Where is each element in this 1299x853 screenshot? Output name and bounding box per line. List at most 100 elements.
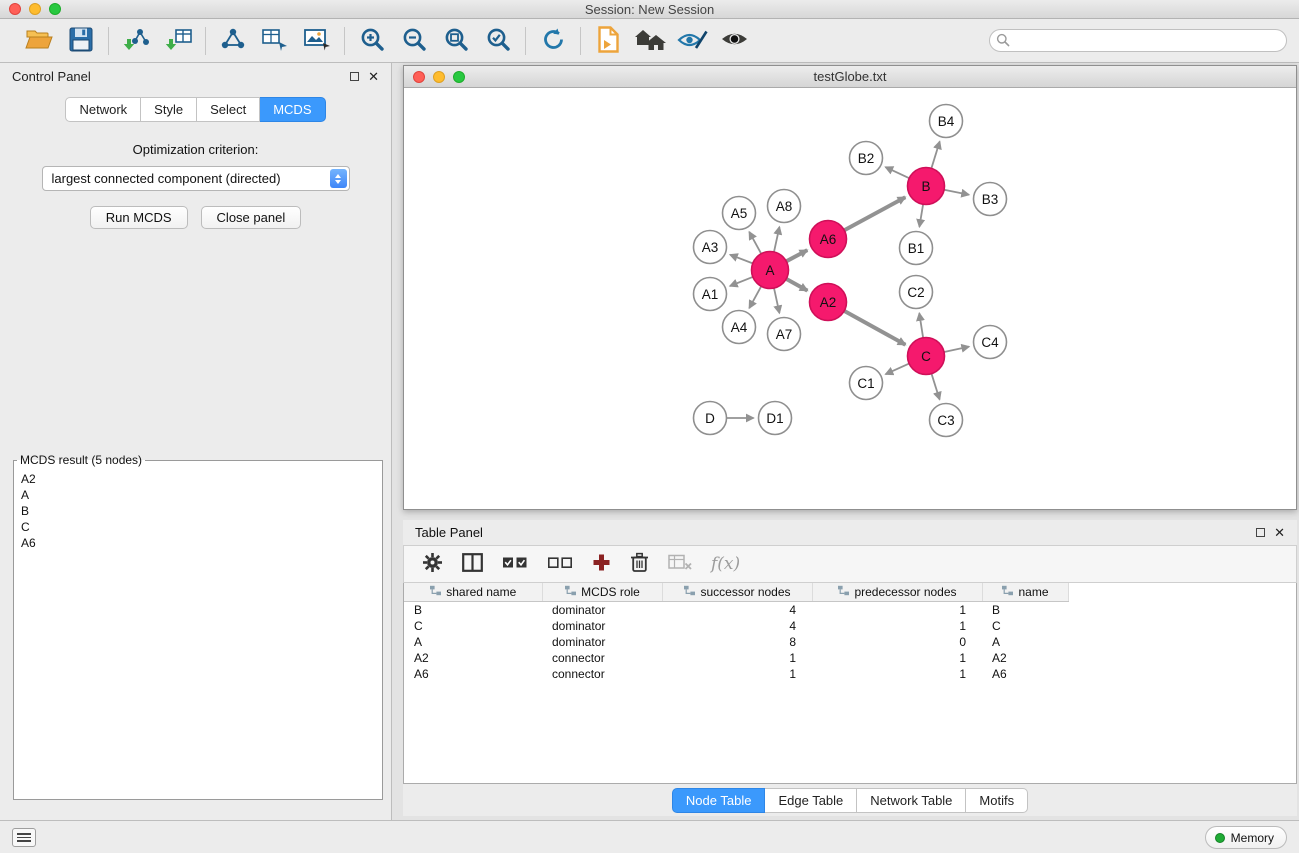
graph-node-B1[interactable]: B1 xyxy=(900,232,933,265)
edge-B-B3[interactable] xyxy=(944,190,969,195)
tab-style[interactable]: Style xyxy=(141,97,197,122)
edge-A6-B[interactable] xyxy=(844,197,905,230)
graph-node-C[interactable]: C xyxy=(908,338,945,375)
select-all-button[interactable] xyxy=(502,555,528,573)
unselect-all-button[interactable] xyxy=(547,555,573,573)
table-cell[interactable]: 1 xyxy=(812,618,982,634)
import-network-button[interactable] xyxy=(119,25,153,57)
table-cell[interactable]: connector xyxy=(542,650,662,666)
edge-A-A5[interactable] xyxy=(749,232,761,254)
edge-C-C3[interactable] xyxy=(932,374,940,400)
table-cell[interactable]: A6 xyxy=(982,666,1068,682)
close-panel-icon[interactable]: ✕ xyxy=(368,70,379,83)
column-header[interactable]: shared name xyxy=(404,583,542,602)
result-item[interactable]: C xyxy=(21,519,380,535)
graph-node-A5[interactable]: A5 xyxy=(723,197,756,230)
network-minimize-button[interactable] xyxy=(433,71,445,83)
network-close-button[interactable] xyxy=(413,71,425,83)
new-network-button[interactable] xyxy=(216,25,250,57)
result-item[interactable]: A xyxy=(21,487,380,503)
graph-node-C1[interactable]: C1 xyxy=(850,367,883,400)
add-column-button[interactable] xyxy=(592,553,611,575)
edge-B-B4[interactable] xyxy=(931,142,939,169)
graph-node-A6[interactable]: A6 xyxy=(810,221,847,258)
edge-A-A7[interactable] xyxy=(774,288,779,313)
table-cell[interactable]: A2 xyxy=(404,650,542,666)
edge-A-A1[interactable] xyxy=(730,277,753,286)
edge-B-B2[interactable] xyxy=(886,167,910,178)
save-button[interactable] xyxy=(64,25,98,57)
result-item[interactable]: A2 xyxy=(21,471,380,487)
network-canvas[interactable]: B4B2BB3A5A8A6B1A3AC2A1A2A4A7C4CC1C3DD1 xyxy=(404,88,1296,509)
table-float-button[interactable] xyxy=(1256,528,1265,537)
graph-node-B[interactable]: B xyxy=(908,168,945,205)
graph-node-C2[interactable]: C2 xyxy=(900,276,933,309)
tab-motifs[interactable]: Motifs xyxy=(966,788,1028,813)
table-cell[interactable]: 1 xyxy=(662,666,812,682)
table-cell[interactable]: 8 xyxy=(662,634,812,650)
table-cell[interactable]: dominator xyxy=(542,618,662,634)
edge-A-A4[interactable] xyxy=(749,286,761,308)
column-header[interactable]: MCDS role xyxy=(542,583,662,602)
edge-A-A2[interactable] xyxy=(786,279,807,291)
table-cell[interactable]: B xyxy=(404,602,542,619)
edge-C-C1[interactable] xyxy=(886,364,910,375)
table-cell[interactable]: 4 xyxy=(662,602,812,619)
graph-node-C4[interactable]: C4 xyxy=(974,326,1007,359)
eye-button[interactable] xyxy=(717,25,751,57)
delete-table-button[interactable] xyxy=(668,554,692,574)
network-graph-svg[interactable]: B4B2BB3A5A8A6B1A3AC2A1A2A4A7C4CC1C3DD1 xyxy=(404,88,1296,509)
graph-node-D1[interactable]: D1 xyxy=(759,402,792,435)
close-panel-button[interactable]: Close panel xyxy=(201,206,302,229)
zoom-window-button[interactable] xyxy=(49,3,61,15)
graph-node-B3[interactable]: B3 xyxy=(974,183,1007,216)
tab-node-table[interactable]: Node Table xyxy=(672,788,766,813)
zoom-fit-button[interactable] xyxy=(439,25,473,57)
table-cell[interactable]: 1 xyxy=(812,650,982,666)
tab-network[interactable]: Network xyxy=(65,97,141,122)
edge-B-B1[interactable] xyxy=(919,204,923,227)
columns-button[interactable] xyxy=(462,553,483,575)
function-builder-button[interactable]: f(x) xyxy=(711,554,740,574)
clone-network-button[interactable] xyxy=(258,25,292,57)
column-header[interactable]: name xyxy=(982,583,1068,602)
zoom-out-button[interactable] xyxy=(397,25,431,57)
graph-node-A[interactable]: A xyxy=(752,252,789,289)
table-cell[interactable]: C xyxy=(404,618,542,634)
minimize-window-button[interactable] xyxy=(29,3,41,15)
table-cell[interactable]: dominator xyxy=(542,602,662,619)
tab-network-table[interactable]: Network Table xyxy=(857,788,966,813)
graph-node-A7[interactable]: A7 xyxy=(768,318,801,351)
table-cell[interactable]: 4 xyxy=(662,618,812,634)
graph-node-A3[interactable]: A3 xyxy=(694,231,727,264)
result-item[interactable]: A6 xyxy=(21,535,380,551)
close-window-button[interactable] xyxy=(9,3,21,15)
memory-button[interactable]: Memory xyxy=(1205,826,1287,849)
delete-column-button[interactable] xyxy=(630,552,649,576)
column-header[interactable]: predecessor nodes xyxy=(812,583,982,602)
float-panel-button[interactable] xyxy=(350,72,359,81)
edge-A2-C[interactable] xyxy=(844,311,905,345)
houses-button[interactable] xyxy=(633,25,667,57)
table-cell[interactable]: 1 xyxy=(812,666,982,682)
gear-button[interactable] xyxy=(422,552,443,576)
result-item[interactable]: B xyxy=(21,503,380,519)
edge-C-C2[interactable] xyxy=(919,313,923,338)
edge-C-C4[interactable] xyxy=(944,347,969,352)
table-cell[interactable]: A2 xyxy=(982,650,1068,666)
graph-node-D[interactable]: D xyxy=(694,402,727,435)
graph-node-B4[interactable]: B4 xyxy=(930,105,963,138)
graph-node-C3[interactable]: C3 xyxy=(930,404,963,437)
open-folder-button[interactable] xyxy=(22,25,56,57)
table-cell[interactable]: 1 xyxy=(812,602,982,619)
table-cell[interactable]: A xyxy=(982,634,1068,650)
table-close-icon[interactable]: ✕ xyxy=(1274,526,1285,539)
table-cell[interactable]: connector xyxy=(542,666,662,682)
table-cell[interactable]: 0 xyxy=(812,634,982,650)
run-mcds-button[interactable]: Run MCDS xyxy=(90,206,188,229)
tab-edge-table[interactable]: Edge Table xyxy=(765,788,857,813)
edge-A-A3[interactable] xyxy=(730,255,753,264)
graph-node-A2[interactable]: A2 xyxy=(810,284,847,321)
network-zoom-button[interactable] xyxy=(453,71,465,83)
refresh-button[interactable] xyxy=(536,25,570,57)
